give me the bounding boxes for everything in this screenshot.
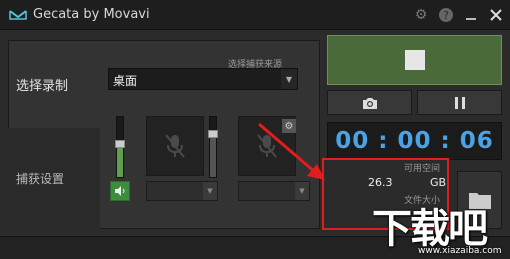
close-icon[interactable] bbox=[487, 6, 505, 24]
title-bar: Gecata by Movavi ⚙ ? bbox=[0, 0, 510, 30]
system-volume-level bbox=[117, 144, 123, 177]
logo-icon bbox=[9, 10, 27, 20]
muted-mic-icon bbox=[165, 134, 185, 158]
chevron-down-icon: ▼ bbox=[281, 69, 297, 89]
record-source-label: 选择录制 bbox=[16, 79, 69, 94]
capture-settings-tab[interactable]: 捕获设置 bbox=[8, 128, 100, 229]
capture-settings-label: 捕获设置 bbox=[16, 172, 65, 186]
system-volume-slider[interactable] bbox=[115, 116, 125, 178]
pause-button[interactable] bbox=[417, 90, 502, 115]
system-volume-handle[interactable] bbox=[115, 140, 125, 148]
watermark: 下载吧 www.xiazaiba.com bbox=[372, 196, 508, 258]
minimize-icon[interactable] bbox=[462, 6, 480, 24]
chevron-down-icon: ▼ bbox=[203, 182, 217, 200]
pause-icon bbox=[454, 96, 465, 109]
webcam-device-select[interactable]: ▼ bbox=[146, 181, 218, 201]
svg-text:?: ? bbox=[443, 9, 449, 22]
mic-device-select[interactable]: ▼ bbox=[238, 181, 310, 201]
camera-icon bbox=[362, 97, 377, 109]
screenshot-button[interactable] bbox=[327, 90, 412, 115]
watermark-url: www.xiazaiba.com bbox=[418, 246, 502, 256]
mic-volume-slider[interactable] bbox=[208, 116, 218, 178]
annotation-arrow bbox=[258, 122, 325, 180]
recording-timer: 00 : 00 : 06 bbox=[327, 122, 502, 160]
help-icon[interactable]: ? bbox=[437, 6, 455, 24]
gear-icon[interactable]: ⚙ bbox=[412, 6, 430, 24]
stop-icon bbox=[404, 50, 425, 70]
source-select-value: 桌面 bbox=[113, 74, 138, 88]
app-title: Gecata by Movavi bbox=[33, 7, 150, 22]
stop-record-button[interactable] bbox=[327, 35, 502, 85]
webcam-preview[interactable] bbox=[146, 116, 204, 176]
chevron-down-icon: ▼ bbox=[295, 182, 309, 200]
mic-volume-handle[interactable] bbox=[208, 130, 218, 138]
speaker-icon bbox=[115, 186, 125, 196]
speaker-toggle[interactable] bbox=[110, 181, 130, 201]
source-select[interactable]: 桌面 ▼ bbox=[108, 68, 298, 90]
mic-volume-level bbox=[210, 134, 216, 177]
